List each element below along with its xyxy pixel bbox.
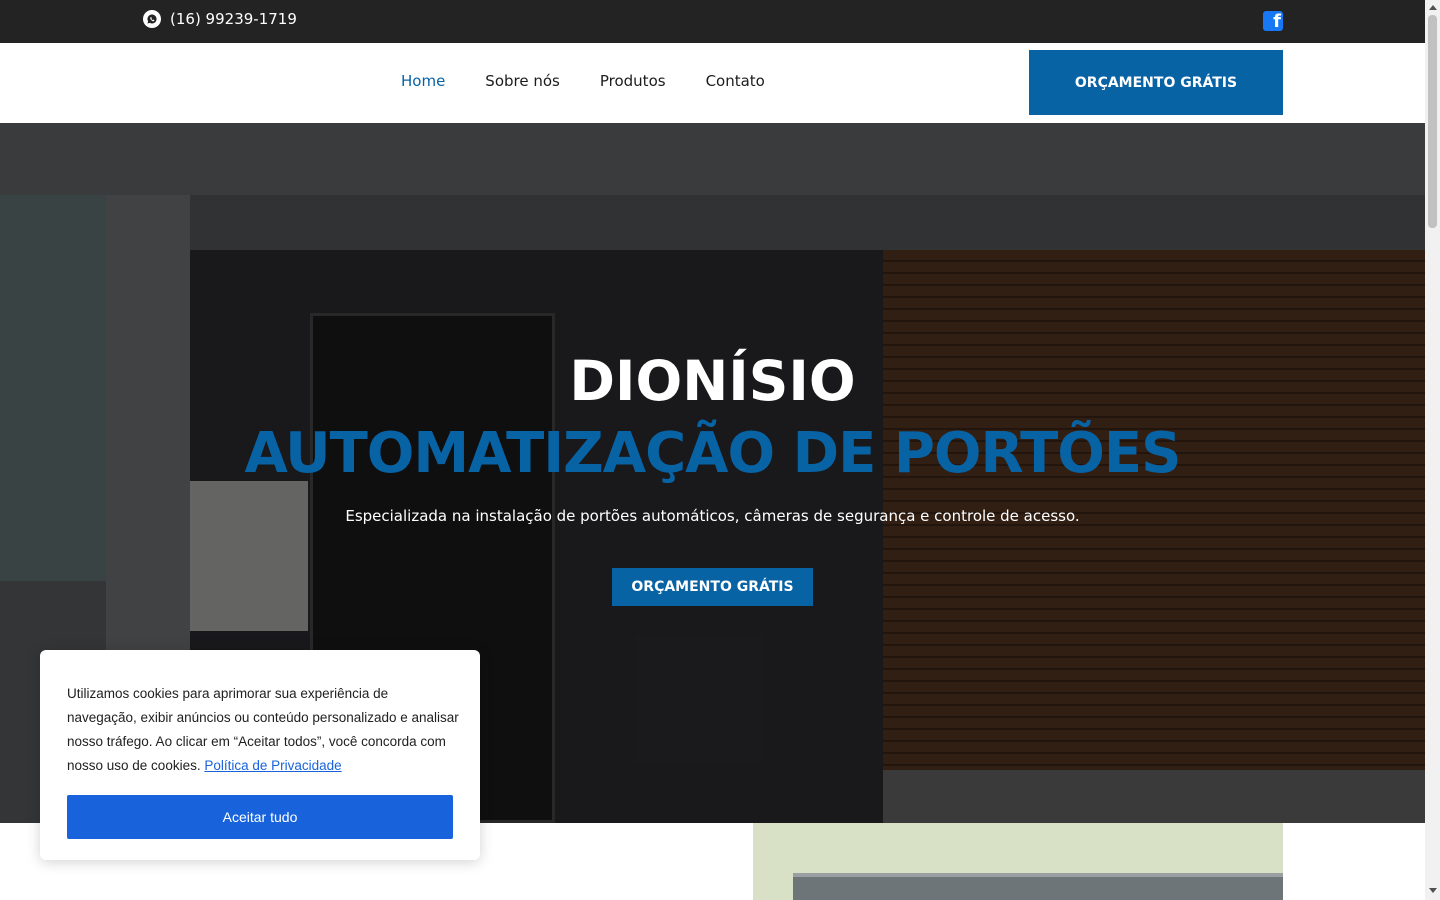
about-image bbox=[753, 823, 1283, 900]
hero-title: DIONÍSIO bbox=[569, 349, 856, 413]
phone-contact[interactable]: (16) 99239-1719 bbox=[143, 10, 297, 28]
hero-quote-button[interactable]: ORÇAMENTO GRÁTIS bbox=[612, 568, 813, 606]
nav-item-home[interactable]: Home bbox=[401, 72, 445, 90]
hero-description: Especializada na instalação de portões a… bbox=[345, 507, 1080, 525]
top-bar: (16) 99239-1719 f bbox=[0, 0, 1425, 43]
about-image-garage-frame bbox=[793, 873, 1283, 900]
page-scrollbar[interactable] bbox=[1425, 0, 1440, 900]
accept-cookies-button[interactable]: Aceitar tudo bbox=[67, 795, 453, 839]
scroll-up-icon[interactable] bbox=[1429, 5, 1437, 10]
cookie-banner: Utilizamos cookies para aprimorar sua ex… bbox=[40, 650, 480, 860]
whatsapp-icon bbox=[143, 10, 161, 28]
nav-item-contato[interactable]: Contato bbox=[706, 72, 765, 90]
nav-item-sobre-nos[interactable]: Sobre nós bbox=[485, 72, 560, 90]
nav-item-produtos[interactable]: Produtos bbox=[600, 72, 666, 90]
facebook-glyph: f bbox=[1273, 11, 1281, 31]
cookie-text: Utilizamos cookies para aprimorar sua ex… bbox=[67, 682, 459, 778]
nav-quote-button[interactable]: ORÇAMENTO GRÁTIS bbox=[1029, 50, 1283, 115]
privacy-policy-link[interactable]: Política de Privacidade bbox=[204, 758, 341, 773]
scrollbar-thumb[interactable] bbox=[1428, 15, 1437, 228]
main-navbar: Home Sobre nós Produtos Contato ORÇAMENT… bbox=[0, 43, 1425, 123]
scroll-down-icon[interactable] bbox=[1429, 888, 1437, 893]
hero-subtitle: AUTOMATIZAÇÃO DE PORTÕES bbox=[244, 421, 1181, 486]
facebook-icon[interactable]: f bbox=[1263, 11, 1283, 31]
phone-number: (16) 99239-1719 bbox=[170, 10, 297, 28]
main-nav: Home Sobre nós Produtos Contato bbox=[401, 72, 765, 90]
